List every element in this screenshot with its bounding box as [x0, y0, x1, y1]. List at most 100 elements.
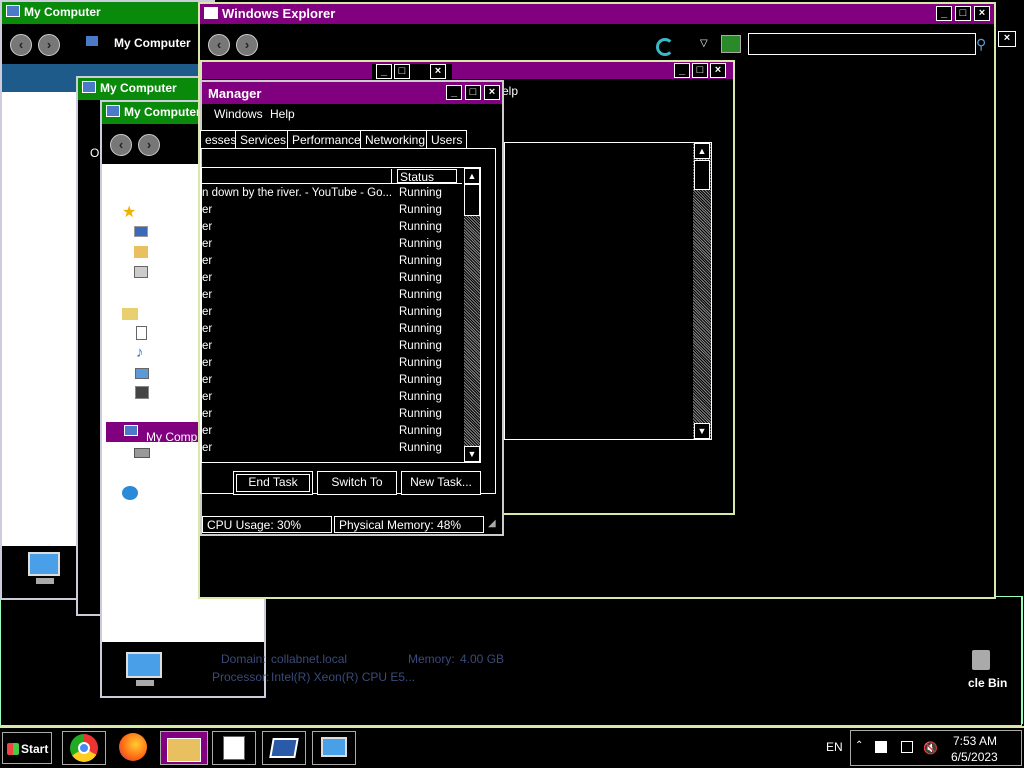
back-button[interactable]: ‹	[10, 34, 32, 56]
libraries-icon[interactable]	[122, 308, 138, 320]
tab-networking[interactable]: Networking	[360, 130, 431, 148]
task-status: Running	[399, 425, 442, 437]
network-icon[interactable]	[122, 486, 138, 500]
close-button[interactable]: ×	[710, 63, 726, 78]
minimize-button[interactable]: _	[936, 6, 952, 21]
task-manager-window[interactable]: Manager _ □ × Windows Help esses Service…	[200, 80, 504, 536]
task-row[interactable]: er Running	[202, 304, 462, 321]
task-row[interactable]: er Running	[202, 389, 462, 406]
column-header-status[interactable]: Status	[397, 169, 457, 184]
close-button[interactable]: ×	[430, 64, 446, 79]
scroll-up-arrow[interactable]: ▲	[464, 168, 480, 184]
task-row[interactable]: er Running	[202, 355, 462, 372]
task-row[interactable]: n down by the river. - YouTube - Go... Ru…	[202, 185, 462, 202]
back-button[interactable]: ‹	[110, 134, 132, 156]
taskbar-notepad[interactable]	[212, 731, 256, 765]
drive-icon[interactable]	[134, 448, 150, 458]
scroll-down-arrow[interactable]: ▼	[694, 423, 710, 439]
task-row[interactable]: er Running	[202, 321, 462, 338]
menu-help[interactable]: elp	[502, 84, 518, 98]
tab-users[interactable]: Users	[426, 130, 468, 148]
content-area: ▲ ▼	[504, 142, 712, 440]
taskbar-window[interactable]	[262, 731, 306, 765]
task-list[interactable]: Status n down by the river. - YouTube - …	[201, 167, 481, 463]
task-row[interactable]: er Running	[202, 338, 462, 355]
close-button[interactable]: ×	[484, 85, 500, 100]
taskbar-computer[interactable]	[312, 731, 356, 765]
taskbar-firefox[interactable]	[112, 731, 156, 765]
videos-icon[interactable]	[135, 386, 149, 399]
resize-grip-icon[interactable]: ◢	[488, 518, 496, 529]
window-title: Windows Explorer	[222, 6, 336, 21]
minimize-button[interactable]: _	[674, 63, 690, 78]
scroll-thumb[interactable]	[464, 184, 480, 216]
close-button[interactable]: ×	[998, 31, 1016, 47]
favorites-star-icon[interactable]: ★	[122, 202, 136, 222]
menu-help[interactable]: Help	[270, 107, 295, 121]
taskbar: Start EN ⌃ 🔇 7:53 AM 6/5/2023	[0, 726, 1024, 768]
task-row[interactable]: er Running	[202, 253, 462, 270]
maximize-button[interactable]: □	[465, 85, 481, 100]
desktop-icon[interactable]	[134, 226, 148, 237]
refresh-icon[interactable]	[721, 35, 741, 53]
taskbar-explorer[interactable]	[160, 731, 208, 765]
search-input[interactable]	[748, 33, 976, 55]
language-indicator[interactable]: EN	[826, 740, 843, 754]
recycle-bin[interactable]: cle Bin	[966, 648, 1024, 692]
tab-performance[interactable]: Performance	[287, 130, 366, 148]
titlebar[interactable]: Manager _ □ ×	[202, 82, 502, 104]
window-title: My Computer	[24, 5, 101, 19]
scroll-down-arrow[interactable]: ▼	[464, 446, 480, 462]
recent-places-icon[interactable]	[134, 266, 148, 278]
task-row[interactable]: er Running	[202, 406, 462, 423]
minimize-button[interactable]: _	[376, 64, 392, 79]
action-center-icon[interactable]	[875, 741, 887, 753]
task-list-scrollbar[interactable]: ▲ ▼	[464, 168, 480, 462]
maximize-button[interactable]: □	[955, 6, 971, 21]
new-task-button[interactable]: New Task...	[401, 471, 481, 495]
forward-button[interactable]: ›	[138, 134, 160, 156]
scroll-thumb[interactable]	[694, 160, 710, 190]
column-header-task[interactable]	[202, 169, 392, 183]
show-hidden-icons-icon[interactable]: ⌃	[855, 740, 863, 751]
scrollbar[interactable]: ▲ ▼	[693, 143, 711, 439]
task-row[interactable]: er Running	[202, 287, 462, 304]
tab-services[interactable]: Services	[235, 130, 292, 148]
forward-button[interactable]: ›	[236, 34, 258, 56]
titlebar[interactable]: My Computer	[2, 2, 213, 24]
address-text[interactable]: My Computer	[114, 36, 191, 50]
search-icon[interactable]: ⚲	[976, 36, 986, 53]
maximize-button[interactable]: □	[692, 63, 708, 78]
documents-icon[interactable]	[136, 326, 147, 340]
back-button[interactable]: ‹	[208, 34, 230, 56]
network-icon[interactable]	[901, 741, 913, 753]
taskbar-chrome[interactable]	[62, 731, 106, 765]
music-icon[interactable]: ♪	[136, 344, 144, 361]
end-task-button[interactable]: End Task	[233, 471, 313, 495]
task-row[interactable]: er Running	[202, 236, 462, 253]
task-row[interactable]: er Running	[202, 423, 462, 440]
dropdown-chevron-icon[interactable]: ▽	[700, 38, 708, 49]
downloads-icon[interactable]	[134, 246, 148, 258]
scroll-up-arrow[interactable]: ▲	[694, 143, 710, 159]
close-button[interactable]: ×	[974, 6, 990, 21]
maximize-button[interactable]: □	[394, 64, 410, 79]
pictures-icon[interactable]	[135, 368, 149, 379]
volume-muted-icon[interactable]: 🔇	[923, 741, 938, 755]
titlebar[interactable]: My Computer	[78, 78, 214, 100]
task-row[interactable]: er Running	[202, 219, 462, 236]
computer-large-icon	[24, 552, 64, 588]
clock-time[interactable]: 7:53 AM	[953, 734, 997, 748]
switch-to-button[interactable]: Switch To	[317, 471, 397, 495]
clock-date[interactable]: 6/5/2023	[951, 750, 998, 764]
task-row[interactable]: er Running	[202, 202, 462, 219]
task-row[interactable]: er Running	[202, 372, 462, 389]
minimize-button[interactable]: _	[446, 85, 462, 100]
start-button[interactable]: Start	[2, 732, 52, 764]
task-row[interactable]: er Running	[202, 270, 462, 287]
menu-windows[interactable]: Windows	[214, 107, 263, 121]
forward-button[interactable]: ›	[38, 34, 60, 56]
task-row[interactable]: er Running	[202, 440, 462, 457]
titlebar[interactable]: Windows Explorer _ □ ×	[200, 4, 994, 24]
titlebar[interactable]: _ □ ×	[202, 62, 733, 79]
